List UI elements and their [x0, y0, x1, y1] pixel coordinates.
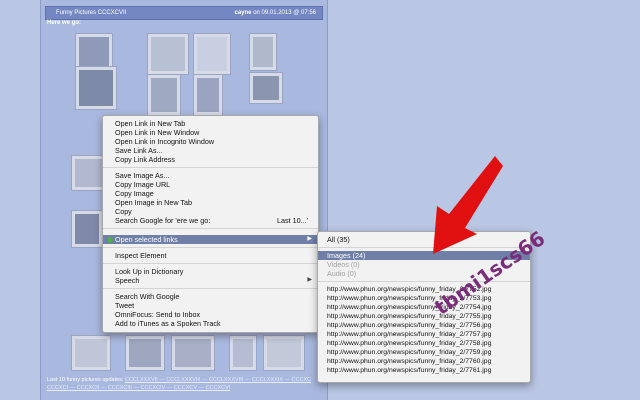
- submenu-url[interactable]: http://www.phun.org/newspics/funny_frida…: [318, 286, 530, 295]
- menu-search-google[interactable]: Search Google for 'ere we go: Last 10...…: [103, 216, 318, 225]
- post-title[interactable]: Funny Pictures CCCXCVII: [56, 7, 126, 19]
- menu-save-link-as[interactable]: Save Link As...: [103, 146, 318, 155]
- post-header: Funny Pictures CCCXCVII cayne on 09.01.2…: [45, 6, 323, 20]
- menu-open-selected-links-label: Open selected links: [115, 235, 178, 244]
- thumbnail[interactable]: [193, 33, 231, 75]
- submenu-url[interactable]: http://www.phun.org/newspics/funny_frida…: [318, 349, 530, 358]
- menu-open-link-incognito[interactable]: Open Link in Incognito Window: [103, 137, 318, 146]
- menu-omnifocus-send[interactable]: OmniFocus: Send to Inbox: [103, 310, 318, 319]
- menu-save-image-as[interactable]: Save Image As...: [103, 171, 318, 180]
- thumbnail[interactable]: [147, 33, 189, 75]
- menu-open-selected-links[interactable]: Open selected links ▶: [103, 235, 318, 244]
- menu-separator: [103, 263, 318, 264]
- submenu-arrow-icon: ▶: [307, 277, 312, 283]
- menu-copy-link-address[interactable]: Copy Link Address: [103, 155, 318, 164]
- post-date: on 09.01.2013 @ 07:56: [253, 10, 316, 16]
- arrow-shape: [433, 156, 503, 254]
- menu-speech[interactable]: Speech ▶: [103, 276, 318, 285]
- thumbnail[interactable]: [71, 210, 103, 248]
- thumbnail[interactable]: [263, 335, 305, 371]
- post-author[interactable]: cayne: [235, 10, 252, 16]
- menu-copy-image[interactable]: Copy Image: [103, 189, 318, 198]
- menu-look-up-dictionary[interactable]: Look Up in Dictionary: [103, 267, 318, 276]
- thumbnail[interactable]: [229, 335, 257, 371]
- submenu-url[interactable]: http://www.phun.org/newspics/funny_frida…: [318, 304, 530, 313]
- thumbnail[interactable]: [125, 335, 165, 371]
- menu-separator: [103, 167, 318, 168]
- footer-prefix: Last 10 funny pictures updates:: [47, 377, 124, 383]
- submenu-url[interactable]: http://www.phun.org/newspics/funny_frida…: [318, 340, 530, 349]
- linkclump-icon: [107, 236, 113, 243]
- context-menu: Open Link in New Tab Open Link in New Wi…: [102, 115, 319, 333]
- menu-open-image-new-tab[interactable]: Open Image in New Tab: [103, 198, 318, 207]
- menu-copy[interactable]: Copy: [103, 207, 318, 216]
- menu-add-to-itunes[interactable]: Add to iTunes as a Spoken Track: [103, 319, 318, 328]
- post-intro: Here we go:: [47, 20, 82, 26]
- red-arrow-annotation: [433, 156, 503, 254]
- thumbnail[interactable]: [75, 66, 117, 110]
- menu-search-google-label: Search Google for 'ere we go:: [115, 216, 211, 225]
- menu-open-link-new-tab[interactable]: Open Link in New Tab: [103, 119, 318, 128]
- thumbnail[interactable]: [249, 72, 283, 104]
- menu-separator: [103, 247, 318, 248]
- thumbnail[interactable]: [71, 335, 111, 371]
- menu-search-with-google[interactable]: Search With Google: [103, 292, 318, 301]
- thumbnail[interactable]: [193, 74, 223, 116]
- submenu-url[interactable]: http://www.phun.org/newspics/funny_frida…: [318, 322, 530, 331]
- thumbnail[interactable]: [147, 74, 181, 116]
- submenu-url[interactable]: http://www.phun.org/newspics/funny_frida…: [318, 331, 530, 340]
- thumbnail[interactable]: [249, 33, 277, 71]
- submenu-url[interactable]: http://www.phun.org/newspics/funny_frida…: [318, 295, 530, 304]
- menu-speech-label: Speech: [115, 276, 140, 285]
- menu-inspect-element[interactable]: Inspect Element: [103, 251, 318, 260]
- menu-copy-image-url[interactable]: Copy Image URL: [103, 180, 318, 189]
- menu-open-link-new-window[interactable]: Open Link in New Window: [103, 128, 318, 137]
- submenu-url[interactable]: http://www.phun.org/newspics/funny_frida…: [318, 367, 530, 376]
- menu-separator: [103, 288, 318, 289]
- post-meta: cayne on 09.01.2013 @ 07:56: [235, 7, 317, 19]
- footer-updates: Last 10 funny pictures updates: CCCLXXXV…: [47, 377, 311, 383]
- footer-links-line2[interactable]: CCCXCI — CCCXCII — CCCXCIII — CCCXCIV — …: [47, 385, 230, 391]
- footer-links[interactable]: CCCLXXXVII — CCCLXXXVIII — CCCLXXXVIII —…: [125, 377, 311, 383]
- submenu-arrow-icon: ▶: [307, 236, 312, 242]
- thumbnail[interactable]: [171, 335, 215, 371]
- menu-separator: [103, 228, 318, 229]
- submenu-url[interactable]: http://www.phun.org/newspics/funny_frida…: [318, 358, 530, 367]
- menu-search-hint: Last 10...': [277, 216, 308, 225]
- submenu-url[interactable]: http://www.phun.org/newspics/funny_frida…: [318, 313, 530, 322]
- menu-tweet[interactable]: Tweet: [103, 301, 318, 310]
